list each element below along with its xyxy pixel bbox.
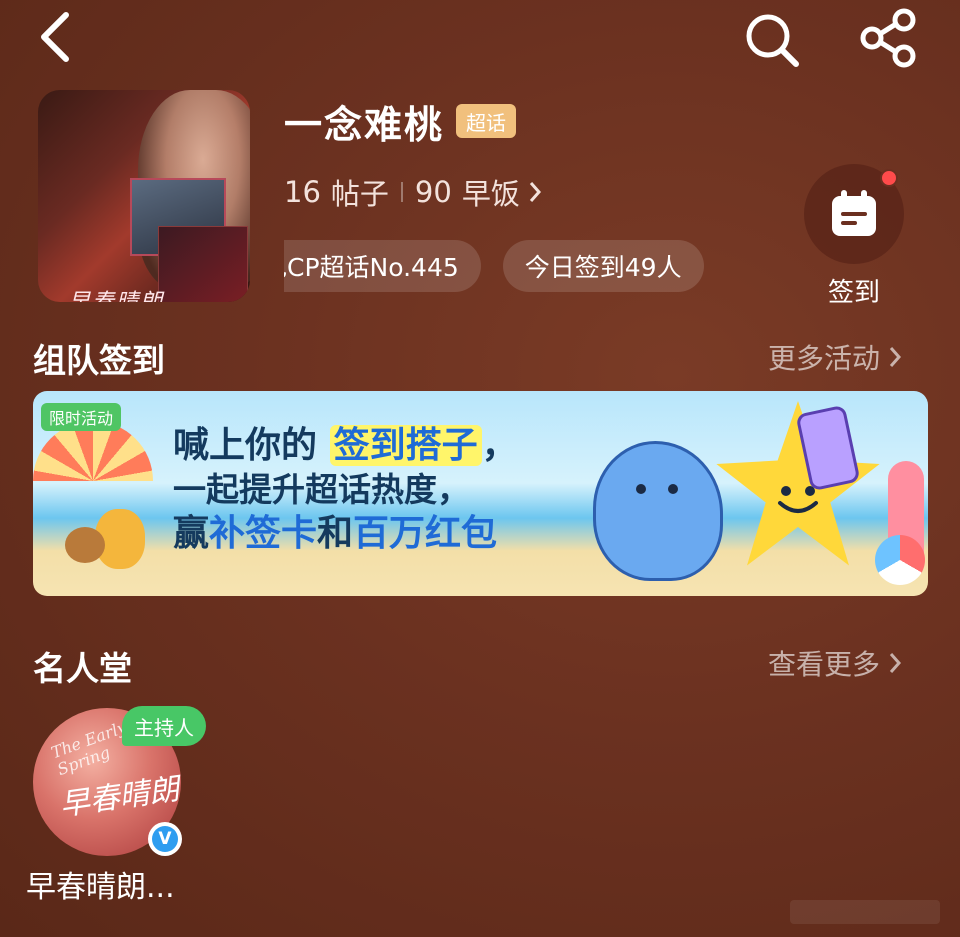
beach-ball-illustration — [875, 535, 925, 585]
limited-time-tag: 限时活动 — [41, 403, 122, 431]
search-button[interactable] — [740, 8, 804, 68]
banner-line1-suffix: ， — [481, 425, 518, 466]
checkin-count-chip[interactable]: 今日签到49人 — [502, 240, 704, 292]
topic-chips: 色CP超话No.445 今日签到49人 — [284, 240, 754, 292]
stats-divider — [400, 182, 403, 202]
see-more-link[interactable]: 查看更多 — [768, 643, 902, 683]
cover-inset-photo-2 — [158, 226, 248, 302]
super-topic-badge: 超话 — [456, 104, 517, 138]
search-icon — [746, 14, 799, 67]
section-title-team-checkin: 组队签到 — [33, 341, 165, 380]
chevron-left-icon — [41, 12, 69, 62]
back-button[interactable] — [30, 8, 80, 66]
top-bar — [0, 0, 960, 80]
more-activities-link[interactable]: 更多活动 — [768, 337, 902, 377]
see-more-label: 查看更多 — [768, 648, 881, 681]
topic-cover-image[interactable]: 早春晴朗 — [38, 90, 250, 302]
topic-stats[interactable]: 16 帖子 90 早饭 — [284, 172, 542, 212]
elephant-mascot — [593, 441, 723, 581]
calendar-icon — [832, 190, 876, 236]
posts-label: 帖子 — [330, 177, 389, 211]
host-role-badge: 主持人 — [122, 706, 206, 746]
fans-count: 90 — [414, 175, 452, 209]
banner-line2: 一起提升超话热度， — [173, 470, 470, 510]
checkin-label[interactable]: 签到 — [804, 272, 904, 309]
topic-title-row: 一念难桃 超话 — [284, 98, 517, 147]
ranking-chip[interactable]: 色CP超话No.445 — [284, 240, 481, 292]
verified-badge-icon: V — [148, 822, 182, 856]
mascot-eye — [636, 484, 646, 494]
banner-line3-prefix: 赢 — [173, 513, 210, 555]
coconut-illustration — [65, 527, 105, 563]
posts-count: 16 — [284, 175, 321, 209]
banner-line1-prefix: 喊上你的 — [173, 425, 318, 466]
share-icon — [860, 8, 916, 68]
fans-label: 早饭 — [461, 177, 520, 211]
banner-line3-blue2: 百万红包 — [353, 513, 498, 555]
chevron-right-icon — [889, 347, 902, 367]
notification-dot — [880, 169, 898, 187]
banner-line1-highlight: 签到搭子 — [329, 425, 482, 466]
mascot-eye — [668, 484, 678, 494]
verified-v-icon: V — [152, 826, 178, 852]
banner-line3-blue1: 补签卡 — [209, 513, 318, 555]
section-title-hall-of-fame: 名人堂 — [33, 649, 132, 688]
cover-script-text: 早春晴朗 — [68, 284, 164, 302]
banner-headline: 喊上你的 签到搭子， 一起提升超话热度， 赢补签卡和百万红包 — [173, 423, 518, 557]
share-button[interactable] — [856, 8, 920, 68]
checkin-button[interactable] — [804, 164, 904, 264]
chevron-right-icon — [889, 653, 902, 673]
more-activities-label: 更多活动 — [768, 342, 881, 375]
topic-title: 一念难桃 — [284, 102, 445, 147]
chevron-right-icon — [529, 182, 541, 202]
team-checkin-banner[interactable]: 限时活动 喊上你的 签到搭子， 一起提升超话热度， 赢补签卡和百万红包 — [33, 391, 928, 596]
host-name[interactable]: 早春晴朗... — [26, 862, 175, 906]
watermark — [790, 900, 940, 924]
banner-line3-mid: 和 — [317, 513, 354, 555]
